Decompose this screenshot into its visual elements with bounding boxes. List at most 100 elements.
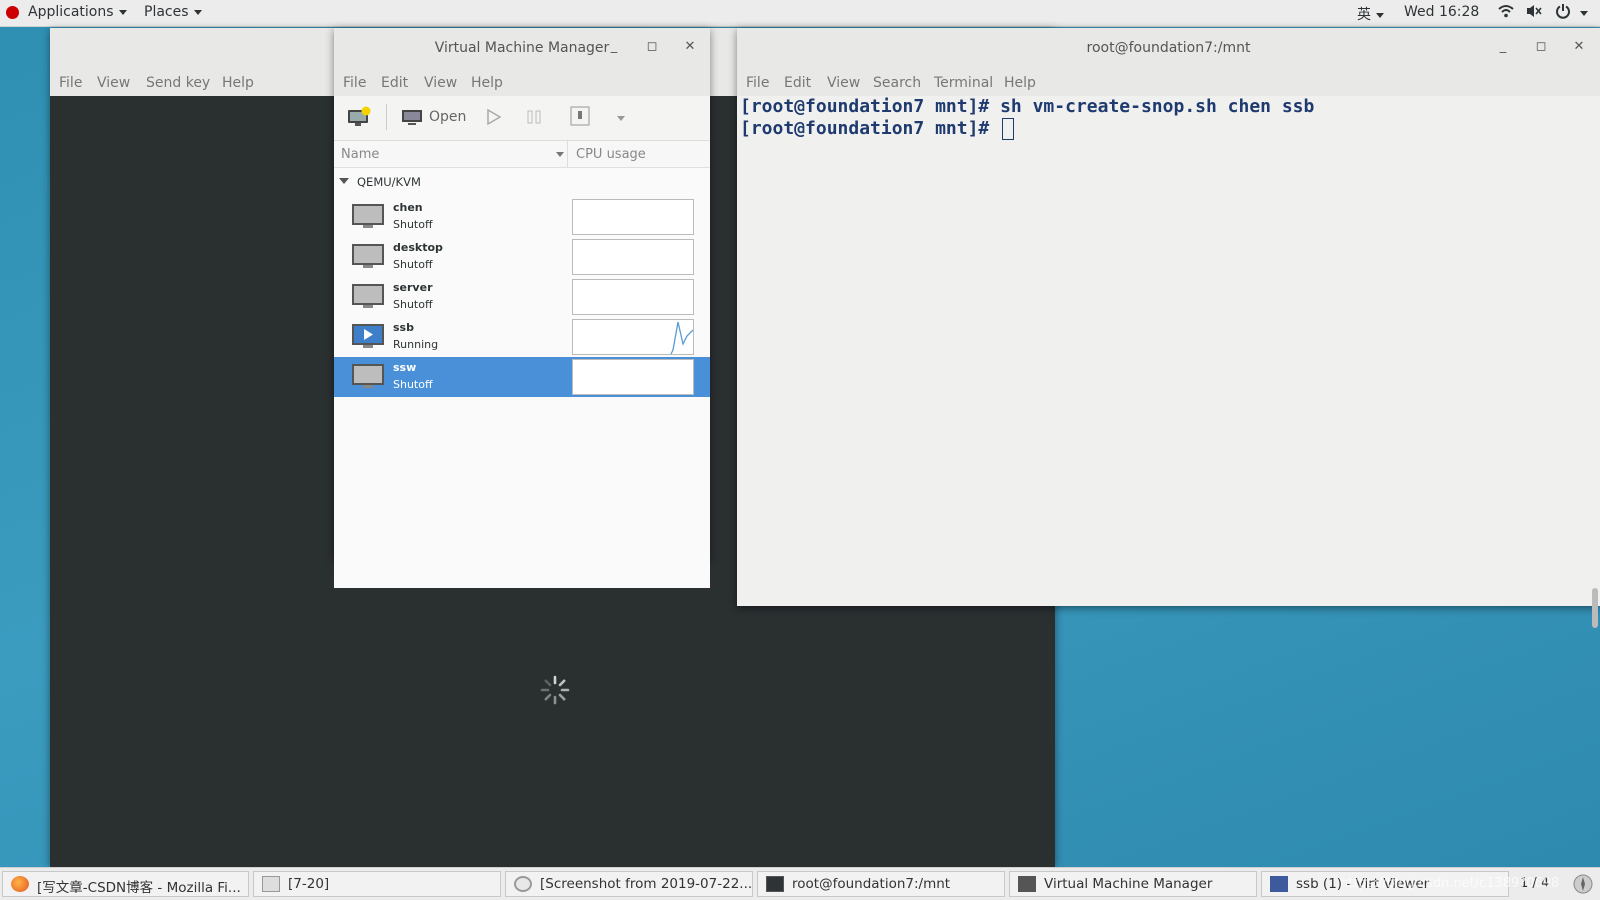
shutdown-button[interactable] (570, 106, 590, 130)
minimize-icon[interactable]: _ (606, 39, 622, 54)
column-name[interactable]: Name (341, 147, 379, 162)
vmm-toolbar: Open (334, 96, 710, 141)
task-folder-7-20[interactable]: [7-20] (253, 871, 501, 897)
close-icon[interactable]: ✕ (682, 39, 698, 54)
text-cursor (1002, 118, 1014, 140)
menu-view[interactable]: View (424, 75, 457, 91)
vm-row-chen[interactable]: chen Shutoff (334, 197, 710, 237)
vm-list: QEMU/KVM chen Shutoff desktop Shutoff se… (334, 168, 710, 588)
menu-file[interactable]: File (746, 75, 769, 91)
menu-help[interactable]: Help (222, 75, 254, 91)
virt-viewer-icon (1270, 876, 1288, 892)
terminal-menubar: File Edit View Search Terminal Help (737, 68, 1600, 96)
task-terminal[interactable]: root@foundation7:/mnt (757, 871, 1005, 897)
places-label: Places (144, 4, 189, 20)
task-label: [写文章-CSDN博客 - Mozilla Fi... (37, 880, 241, 896)
input-method-menu[interactable]: 英 (1357, 4, 1384, 24)
firefox-icon (11, 876, 29, 892)
vm-name: ssw (393, 361, 417, 374)
volume-muted-icon[interactable] (1525, 3, 1543, 23)
vm-status: Shutoff (393, 298, 433, 311)
maximize-icon[interactable]: ◻ (644, 39, 660, 54)
workspace-icon[interactable] (1572, 873, 1594, 899)
vm-status: Shutoff (393, 218, 433, 231)
watermark: https://blog.csdn.net/c1389?0698 (1340, 876, 1560, 891)
vmm-menubar: File Edit View Help (334, 68, 710, 96)
task-firefox[interactable]: [写文章-CSDN博客 - Mozilla Fi... (2, 871, 249, 897)
new-vm-button[interactable] (347, 106, 371, 132)
menu-help[interactable]: Help (471, 75, 503, 91)
menu-file[interactable]: File (343, 75, 366, 91)
bottom-panel: [写文章-CSDN博客 - Mozilla Fi... [7-20] [Scre… (0, 867, 1600, 900)
vm-row-ssb[interactable]: ssb Running (334, 317, 710, 357)
pause-icon (527, 110, 541, 124)
applications-label: Applications (28, 4, 114, 20)
open-label: Open (429, 109, 467, 125)
vm-name: server (393, 281, 433, 294)
vm-running-icon (352, 324, 384, 348)
vm-shutoff-icon (352, 244, 384, 268)
clock[interactable]: Wed 16:28 (1404, 4, 1479, 20)
sort-chevron-icon[interactable] (556, 152, 564, 157)
cpu-usage-graph (572, 279, 694, 315)
cpu-usage-graph (572, 359, 694, 395)
toolbar-separator (386, 104, 387, 130)
run-button[interactable] (486, 108, 502, 130)
column-divider (567, 141, 568, 167)
vm-status: Shutoff (393, 258, 433, 271)
redhat-logo-icon (6, 6, 19, 19)
cpu-usage-graph (572, 199, 694, 235)
terminal-window: root@foundation7:/mnt _ ◻ ✕ File Edit Vi… (737, 28, 1600, 628)
task-label: [Screenshot from 2019-07-22... (540, 876, 753, 892)
cpu-usage-graph (572, 319, 694, 355)
places-menu[interactable]: Places (144, 4, 202, 20)
close-icon[interactable]: ✕ (1571, 39, 1587, 54)
menu-help[interactable]: Help (1004, 75, 1036, 91)
top-panel: Applications Places 英 Wed 16:28 (0, 0, 1600, 27)
task-label: [7-20] (288, 876, 330, 892)
vm-row-ssw[interactable]: ssw Shutoff (334, 357, 710, 397)
window-title: root@foundation7:/mnt (1086, 40, 1251, 56)
menu-edit[interactable]: Edit (381, 75, 408, 91)
task-label: root@foundation7:/mnt (792, 876, 951, 892)
expander-icon[interactable] (338, 175, 350, 191)
pause-button[interactable] (526, 109, 542, 129)
file-manager-icon (262, 876, 280, 892)
shutdown-menu-chevron-icon[interactable] (617, 116, 625, 121)
menu-view[interactable]: View (97, 75, 130, 91)
applications-menu[interactable]: Applications (28, 4, 127, 20)
connection-label[interactable]: QEMU/KVM (357, 175, 421, 189)
vm-row-server[interactable]: server Shutoff (334, 277, 710, 317)
play-icon (487, 108, 502, 126)
minimize-icon[interactable]: _ (1495, 39, 1511, 54)
menu-terminal[interactable]: Terminal (934, 75, 993, 91)
vmm-titlebar[interactable]: Virtual Machine Manager _ ◻ ✕ (334, 28, 710, 68)
terminal-line: [root@foundation7 mnt]# sh vm-create-sno… (740, 96, 1315, 117)
ime-label: 英 (1357, 7, 1371, 23)
power-icon[interactable] (1555, 3, 1571, 23)
shutdown-icon (570, 106, 590, 126)
menu-view[interactable]: View (827, 75, 860, 91)
task-label: Virtual Machine Manager (1044, 876, 1213, 892)
maximize-icon[interactable]: ◻ (1533, 39, 1549, 54)
vm-row-desktop[interactable]: desktop Shutoff (334, 237, 710, 277)
vm-status: Shutoff (393, 378, 433, 391)
loading-spinner-icon (539, 674, 571, 710)
vmm-window: Virtual Machine Manager _ ◻ ✕ File Edit … (334, 28, 710, 588)
vm-shutoff-icon (352, 284, 384, 308)
chevron-down-icon[interactable] (1580, 11, 1588, 16)
wifi-icon[interactable] (1498, 3, 1514, 23)
task-virt-manager[interactable]: Virtual Machine Manager (1009, 871, 1257, 897)
chevron-down-icon (118, 9, 127, 15)
terminal-titlebar[interactable]: root@foundation7:/mnt _ ◻ ✕ (737, 28, 1600, 68)
scrollbar-thumb[interactable] (1592, 588, 1598, 628)
column-cpu-usage[interactable]: CPU usage (576, 147, 646, 162)
menu-search[interactable]: Search (873, 75, 921, 91)
menu-file[interactable]: File (59, 75, 82, 91)
vm-name: desktop (393, 241, 443, 254)
task-screenshot[interactable]: [Screenshot from 2019-07-22... (505, 871, 753, 897)
terminal-output[interactable]: [root@foundation7 mnt]# sh vm-create-sno… (737, 96, 1600, 628)
vm-shutoff-icon (352, 204, 384, 228)
menu-edit[interactable]: Edit (784, 75, 811, 91)
menu-send-key[interactable]: Send key (146, 75, 210, 91)
